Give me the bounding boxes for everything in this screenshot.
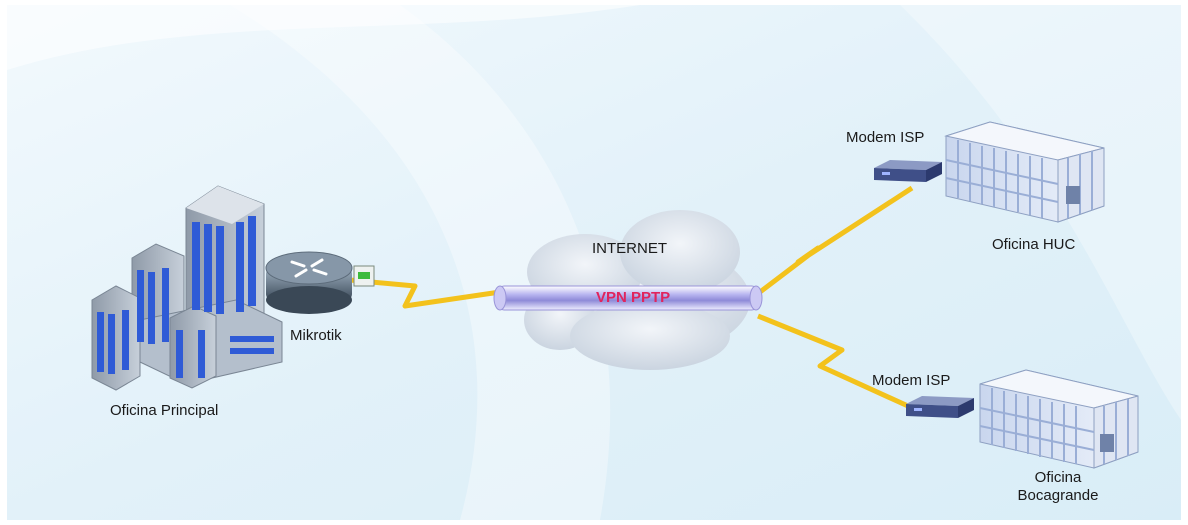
modem-top-label: Modem ISP (846, 129, 925, 146)
office-bocagrande-line2: Bocagrande (1017, 487, 1099, 504)
office-huc-label: Oficina HUC (992, 236, 1076, 253)
interface-status-icon (353, 265, 375, 287)
network-diagram (7, 5, 1181, 520)
internet-label: INTERNET (592, 240, 667, 257)
modem-bottom-label: Modem ISP (872, 372, 951, 389)
modem-icon (874, 160, 942, 182)
router-label: Mikrotik (290, 327, 342, 344)
modem-icon (906, 396, 974, 418)
office-bocagrande-line1: Oficina (1034, 469, 1082, 486)
vpn-label: VPN PPTP (596, 289, 671, 306)
office-bocagrande-label: Oficina Bocagrande (1010, 469, 1106, 505)
router-icon (265, 251, 353, 314)
main-office-label: Oficina Principal (110, 402, 219, 419)
